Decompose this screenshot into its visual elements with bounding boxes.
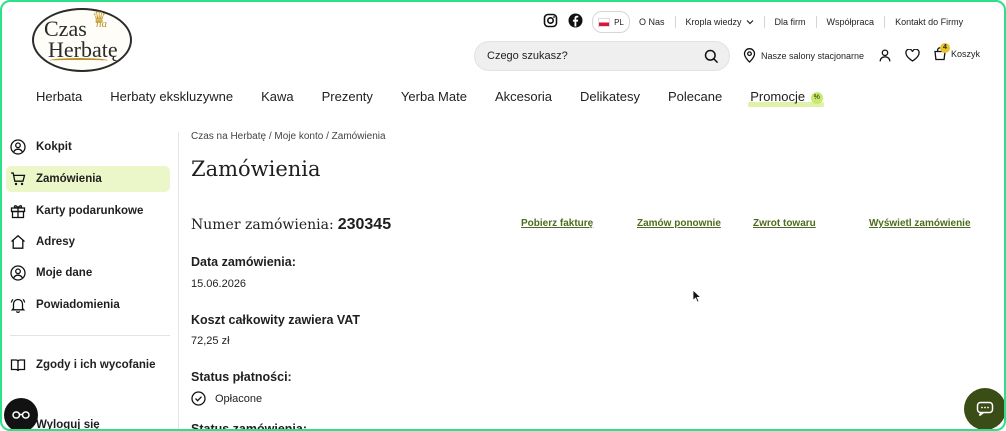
sidebar-item-adresy[interactable]: Adresy (6, 229, 170, 255)
instagram-icon[interactable] (543, 13, 558, 28)
top-link-kontakt[interactable]: Kontakt do Firmy (895, 17, 963, 27)
order-number-value: 230345 (337, 216, 392, 233)
stores-link[interactable]: Nasze salony stacjonarne (743, 48, 864, 63)
language-label: PL (614, 17, 624, 27)
book-open-icon (10, 357, 26, 373)
sidebar-item-label: Zamówienia (36, 173, 102, 185)
top-links: O Nas Kropla wiedzy Dla firm Współpraca … (639, 12, 963, 32)
sidebar-item-kokpit[interactable]: Kokpit (6, 134, 170, 160)
sidebar-item-karty-podarunkowe[interactable]: Karty podarunkowe (6, 198, 170, 224)
sidebar-item-label: Moje dane (36, 267, 93, 279)
check-circle-icon (191, 391, 206, 406)
nav-item-prezenty[interactable]: Prezenty (322, 89, 373, 104)
breadcrumb-separator: / (323, 131, 332, 142)
user-circle-icon (10, 139, 26, 155)
logo-swash (50, 58, 108, 63)
cart-link[interactable]: 4 Koszyk (933, 43, 981, 61)
percent-badge-icon: % (810, 91, 823, 104)
divider (815, 16, 817, 28)
divider (674, 16, 676, 28)
facebook-icon[interactable] (568, 13, 583, 28)
glasses-icon (12, 409, 30, 421)
sidebar-item-label: Adresy (36, 236, 75, 248)
logo[interactable]: ♛ Czas na Herbatę (32, 8, 132, 72)
accessibility-widget-button[interactable] (4, 398, 38, 429)
divider (884, 16, 886, 28)
sidebar-item-label: Karty podarunkowe (36, 205, 144, 217)
top-link-kropla-wiedzy[interactable]: Kropla wiedzy (686, 17, 742, 27)
payment-status-label: Status płatności: (191, 370, 292, 384)
chat-button[interactable] (964, 388, 1004, 429)
breadcrumb: Czas na Herbatę / Moje konto / Zamówieni… (191, 131, 386, 142)
sidebar-item-powiadomienia[interactable]: Powiadomienia (6, 292, 170, 318)
social-links (543, 13, 583, 28)
order-date-label: Data zamówienia: (191, 255, 296, 269)
breadcrumb-current: Zamówienia (331, 131, 386, 142)
page-title: Zamówienia (191, 157, 321, 181)
nav-item-kawa[interactable]: Kawa (261, 89, 294, 104)
logo-text-na: na (96, 18, 107, 30)
order-date-value: 15.06.2026 (191, 278, 247, 290)
nav-item-akcesoria[interactable]: Akcesoria (495, 89, 552, 104)
order-total-label: Koszt całkowity zawiera VAT (191, 313, 361, 327)
breadcrumb-home[interactable]: Czas na Herbatę (191, 131, 266, 142)
location-pin-icon (743, 48, 756, 63)
cart-count-badge: 4 (940, 43, 950, 53)
sidebar-item-label: Wyloguj się (36, 419, 100, 431)
nav-item-herbaty-ekskluzywne[interactable]: Herbaty ekskluzywne (110, 89, 233, 104)
order-number-label: Numer zamówienia: (191, 217, 334, 233)
gift-icon (10, 203, 26, 219)
reorder-link[interactable]: Zamów ponownie (637, 218, 721, 229)
user-icon[interactable] (879, 49, 891, 62)
payment-status-value: Opłacone (215, 392, 263, 405)
sidebar-item-label: Kokpit (36, 141, 72, 153)
heart-icon[interactable] (905, 49, 920, 62)
top-link-o-nas[interactable]: O Nas (639, 17, 665, 27)
search-icon[interactable] (704, 49, 719, 64)
search-bar[interactable] (474, 41, 730, 71)
app-frame: ♛ Czas na Herbatę PL O Nas Kropla wiedzy… (0, 0, 1006, 431)
bell-icon (10, 297, 26, 313)
account-sidebar: Kokpit Zamówienia Karty podarunkowe Adre… (2, 132, 179, 431)
search-input[interactable] (485, 49, 704, 63)
user-circle-icon (10, 265, 26, 281)
sidebar-divider (10, 335, 170, 336)
nav-item-delikatesy[interactable]: Delikatesy (580, 89, 640, 104)
mouse-cursor-icon (692, 289, 702, 303)
language-switch[interactable]: PL (592, 11, 630, 33)
top-link-dla-firm[interactable]: Dla firm (775, 17, 806, 27)
home-icon (10, 234, 26, 250)
breadcrumb-account[interactable]: Moje konto (274, 131, 323, 142)
cart-icon (10, 171, 26, 187)
order-total-value: 72,25 zł (191, 335, 230, 347)
stores-label: Nasze salony stacjonarne (761, 50, 865, 61)
payment-status: Opłacone (191, 391, 262, 406)
sidebar-item-zamowienia[interactable]: Zamówienia (6, 166, 170, 192)
nav-item-polecane[interactable]: Polecane (668, 89, 722, 104)
cart-label: Koszyk (951, 49, 981, 59)
sidebar-item-label: Zgody i ich wycofanie (36, 359, 156, 371)
return-goods-link[interactable]: Zwrot towaru (753, 218, 816, 229)
sidebar-item-moje-dane[interactable]: Moje dane (6, 260, 170, 286)
sidebar-item-label: Powiadomienia (36, 299, 120, 311)
divider (763, 16, 765, 28)
view-order-link[interactable]: Wyświetl zamówienie (869, 218, 971, 229)
nav-item-herbata[interactable]: Herbata (36, 89, 82, 104)
main-nav: Herbata Herbaty ekskluzywne Kawa Prezent… (36, 89, 851, 107)
chat-icon (976, 401, 994, 417)
cart-icon: 4 (933, 43, 950, 61)
sidebar-item-zgody[interactable]: Zgody i ich wycofanie (6, 352, 170, 378)
promo-label: Promocje (750, 89, 806, 104)
nav-item-promocje[interactable]: Promocje % (748, 89, 825, 107)
top-link-wspolpraca[interactable]: Współpraca (827, 17, 875, 27)
poland-flag-icon (598, 17, 611, 27)
nav-item-yerba-mate[interactable]: Yerba Mate (401, 89, 467, 104)
order-number: Numer zamówienia: 230345 (191, 216, 391, 234)
chevron-down-icon[interactable] (746, 18, 754, 26)
order-status-label: Status zamówienia: (191, 422, 307, 431)
download-invoice-link[interactable]: Pobierz fakturę (521, 218, 593, 229)
